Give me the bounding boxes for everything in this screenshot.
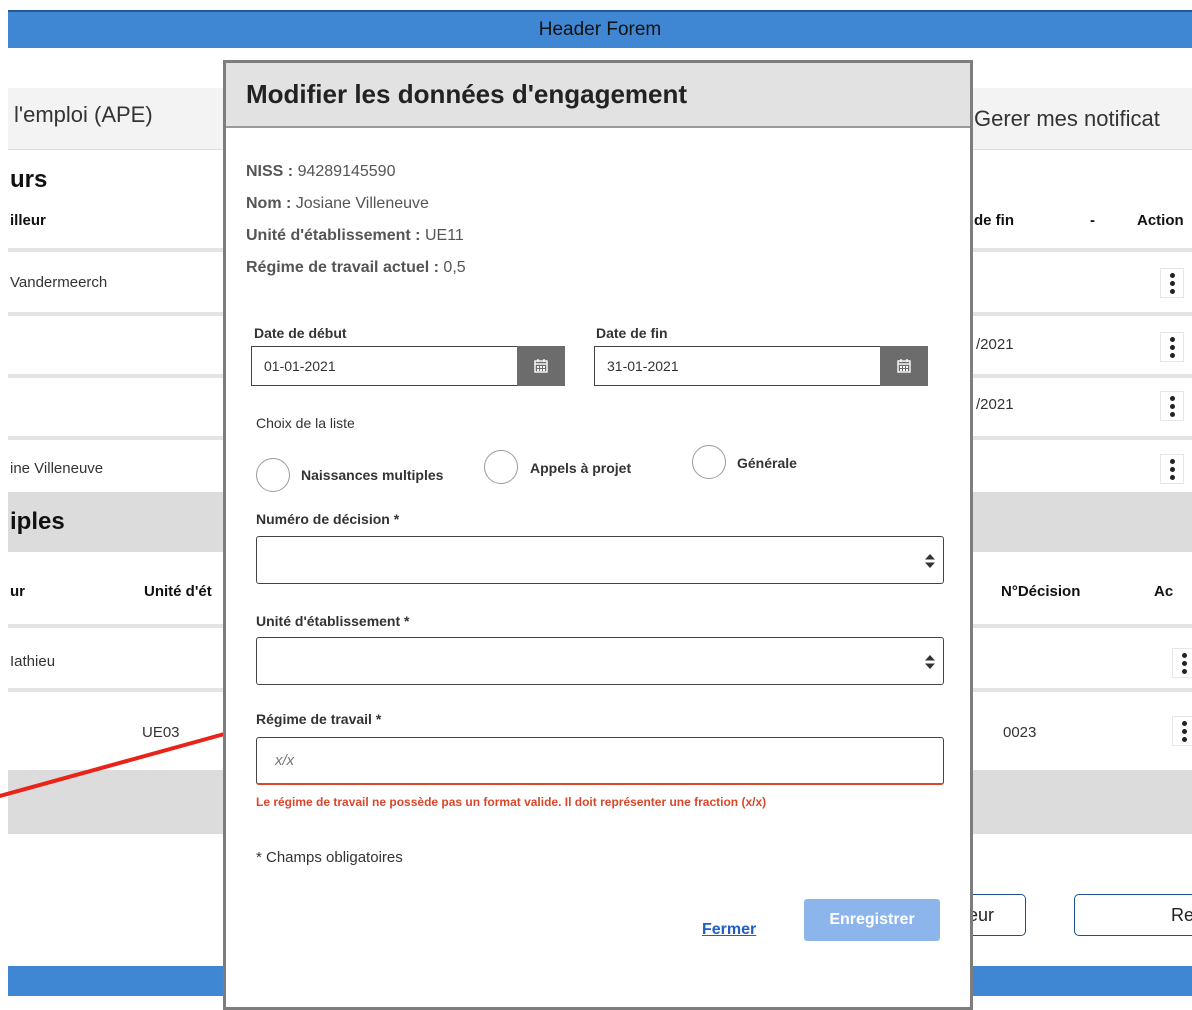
info-regime: Régime de travail actuel : 0,5	[246, 259, 466, 277]
decision-label: Numéro de décision *	[256, 511, 400, 527]
col-header-decision: N°Décision	[1001, 583, 1081, 600]
background-button-right-label: Re	[1171, 905, 1192, 925]
col-header-unite: Unité d'ét	[144, 583, 212, 600]
table-row-name: ine Villeneuve	[10, 460, 104, 477]
col-header-name: ur	[10, 583, 25, 600]
radio-label-appels: Appels à projet	[530, 460, 632, 476]
date-debut-field[interactable]: 01-01-2021	[251, 346, 565, 386]
radio-appels-projet[interactable]	[484, 450, 518, 484]
radio-naissances-multiples[interactable]	[256, 458, 290, 492]
regime-error-message: Le régime de travail ne possède pas un f…	[256, 795, 767, 809]
modal-title: Modifier les données d'engagement	[246, 79, 688, 109]
info-nom: Nom : Josiane Villeneuve	[246, 195, 429, 213]
select-arrows-icon	[925, 655, 935, 669]
date-fin-field[interactable]: 31-01-2021	[594, 346, 928, 386]
date-fin-value: 31-01-2021	[607, 358, 679, 374]
row-actions-menu-icon[interactable]	[1160, 268, 1184, 298]
table-row-date: /2021	[976, 336, 1014, 353]
col-header-actions: Action	[1137, 212, 1184, 229]
modal-header: Modifier les données d'engagement	[226, 63, 970, 128]
unite-value: UE11	[424, 227, 464, 244]
col-header-name: illeur	[10, 212, 46, 229]
select-arrows-icon	[925, 554, 935, 568]
date-debut-label: Date de début	[254, 325, 347, 341]
radio-label-generale: Générale	[737, 455, 797, 471]
info-niss: NISS : 94289145590	[246, 163, 395, 181]
col-header-dash: -	[1090, 212, 1095, 229]
row-actions-menu-icon[interactable]	[1172, 648, 1192, 678]
section-title-1: urs	[10, 166, 48, 193]
header-title: Header Forem	[538, 19, 662, 40]
col-header-date-fin: de fin	[974, 212, 1014, 229]
radio-generale[interactable]	[692, 445, 726, 479]
choix-liste-label: Choix de la liste	[256, 415, 355, 431]
date-debut-value: 01-01-2021	[264, 358, 336, 374]
regime-label: Régime de travail actuel :	[246, 259, 439, 276]
unite-label: Unité d'établissement :	[246, 227, 421, 244]
col-header-actions: Ac	[1154, 583, 1174, 600]
background-button-right[interactable]: Re	[1074, 894, 1192, 936]
table-row-name: Iathieu	[10, 653, 56, 670]
row-actions-menu-icon[interactable]	[1160, 391, 1184, 421]
regime-value: 0,5	[443, 259, 466, 276]
manage-notifications-link[interactable]: Gerer mes notificat	[974, 106, 1160, 132]
table-row-unite: UE03	[142, 724, 180, 741]
nom-value: Josiane Villeneuve	[295, 195, 429, 212]
edit-engagement-modal: Modifier les données d'engagement NISS :…	[223, 60, 973, 1010]
close-link[interactable]: Fermer	[702, 921, 756, 939]
calendar-icon[interactable]	[517, 346, 565, 386]
section-title-2: iples	[10, 508, 65, 535]
table-row-date: /2021	[976, 396, 1014, 413]
regime-travail-input[interactable]	[257, 738, 943, 783]
niss-value: 94289145590	[297, 163, 396, 180]
table-row-name: Vandermeerch	[10, 274, 108, 291]
niss-label: NISS :	[246, 163, 294, 180]
regime-travail-field[interactable]	[256, 737, 944, 785]
nav-left-link[interactable]: l'emploi (APE)	[14, 102, 153, 128]
app-header: Header Forem	[8, 10, 1192, 48]
row-actions-menu-icon[interactable]	[1160, 454, 1184, 484]
row-actions-menu-icon[interactable]	[1172, 716, 1192, 746]
calendar-icon[interactable]	[880, 346, 928, 386]
date-fin-label: Date de fin	[596, 325, 668, 341]
info-unite: Unité d'établissement : UE11	[246, 227, 464, 245]
decision-select[interactable]	[256, 536, 944, 584]
unite-etablissement-label: Unité d'établissement *	[256, 613, 410, 629]
unite-etablissement-select[interactable]	[256, 637, 944, 685]
regime-travail-label: Régime de travail *	[256, 711, 382, 727]
table-row-decision: 0023	[1003, 724, 1037, 741]
radio-label-naissances: Naissances multiples	[301, 467, 444, 483]
row-actions-menu-icon[interactable]	[1160, 332, 1184, 362]
nom-label: Nom :	[246, 195, 292, 212]
save-button[interactable]: Enregistrer	[804, 899, 940, 941]
required-fields-note: * Champs obligatoires	[256, 849, 403, 866]
